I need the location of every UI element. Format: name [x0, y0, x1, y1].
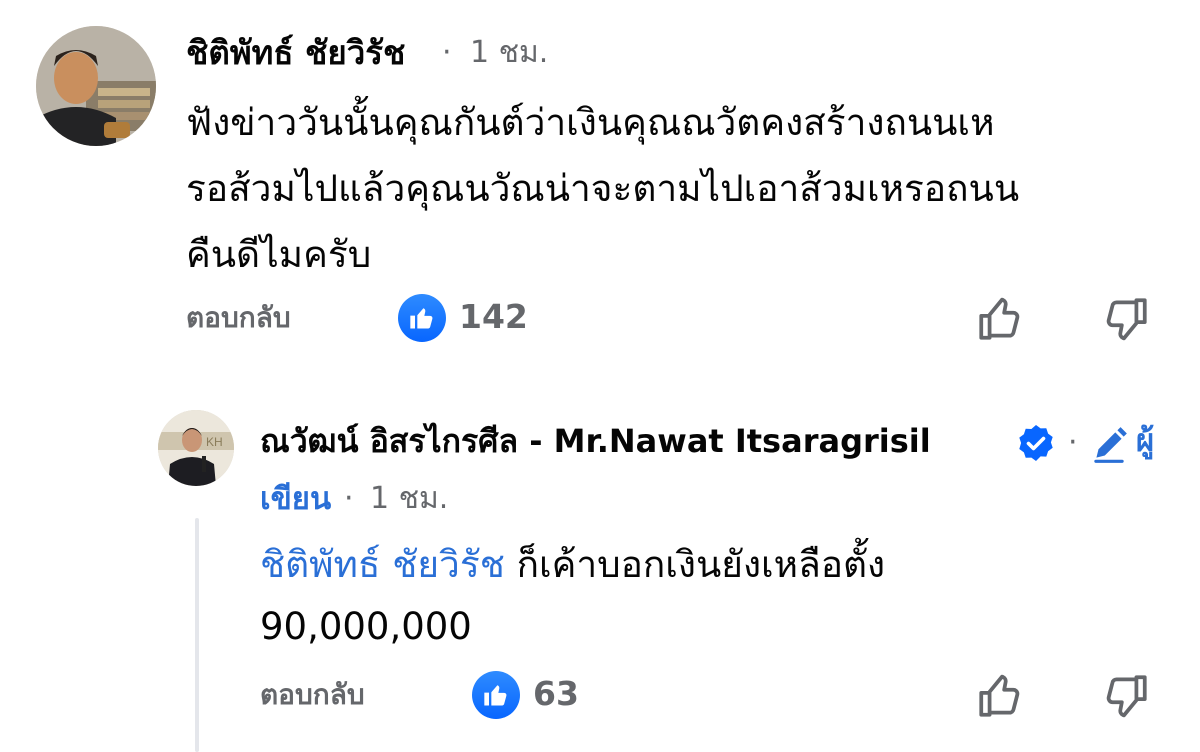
thumbs-up-outline-icon [979, 297, 1020, 340]
comment-line: 90,000,000 [260, 605, 472, 648]
thumbs-up-icon[interactable] [472, 671, 520, 719]
avatar-photo: KH [158, 410, 234, 486]
comment-time[interactable]: 1 ชม. [370, 484, 448, 514]
author-badge-label: ผู้ [1136, 423, 1155, 459]
comment-thread: ชิติพัทธ์ ชัยวิรัช · 1 ชม. ฟังข่าววันนั้… [0, 0, 1200, 752]
reply-button[interactable]: ตอบกลับ [186, 304, 291, 332]
reply-button[interactable]: ตอบกลับ [260, 681, 365, 709]
comment-author[interactable]: ชิติพัทธ์ ชัยวิรัช [186, 36, 405, 69]
meta-separator: · [344, 481, 354, 516]
author-badge-label: เขียน [260, 481, 332, 517]
upvote-button[interactable] [973, 669, 1027, 723]
thumbs-down-outline-icon [1106, 675, 1147, 718]
thumbs-up-icon[interactable] [398, 294, 446, 342]
comment-author[interactable]: ณวัฒน์ อิสรไกรศีล - Mr.Nawat Itsaragrisi… [260, 425, 931, 457]
avatar[interactable] [36, 26, 156, 146]
like-count[interactable]: 142 [459, 300, 528, 333]
comment-line: รอส้วมไปแล้วคุณนวัณน่าจะตามไปเอาส้วมเหรอ… [186, 167, 1020, 210]
mention-link[interactable]: ชิติพัทธ์ ชัยวิรัช [260, 543, 505, 586]
downvote-button[interactable] [1099, 669, 1153, 723]
comment-line: คืนดีไมครับ [186, 233, 372, 276]
verified-badge-icon [1016, 423, 1056, 463]
avatar[interactable]: KH [158, 410, 234, 486]
thumbs-up-outline-icon [979, 674, 1020, 717]
downvote-button[interactable] [1099, 292, 1153, 346]
meta-separator: · [1068, 425, 1078, 460]
thumbs-down-outline-icon [1106, 298, 1147, 341]
upvote-button[interactable] [973, 292, 1027, 346]
avatar-photo [36, 26, 156, 146]
like-count[interactable]: 63 [533, 677, 579, 710]
comment-line: ชิติพัทธ์ ชัยวิรัช ก็เค้าบอกเงินยังเหลือ… [260, 532, 885, 598]
svg-text:KH: KH [206, 435, 223, 449]
comment-time[interactable]: 1 ชม. [470, 38, 548, 68]
comment-text: ก็เค้าบอกเงินยังเหลือตั้ง [504, 543, 886, 586]
meta-separator: · [442, 35, 452, 70]
thread-line [195, 518, 199, 752]
comment-line: ฟังข่าววันนั้นคุณกันต์ว่าเงินคุณณวัตคงสร… [186, 101, 995, 144]
pencil-icon [1088, 424, 1130, 466]
